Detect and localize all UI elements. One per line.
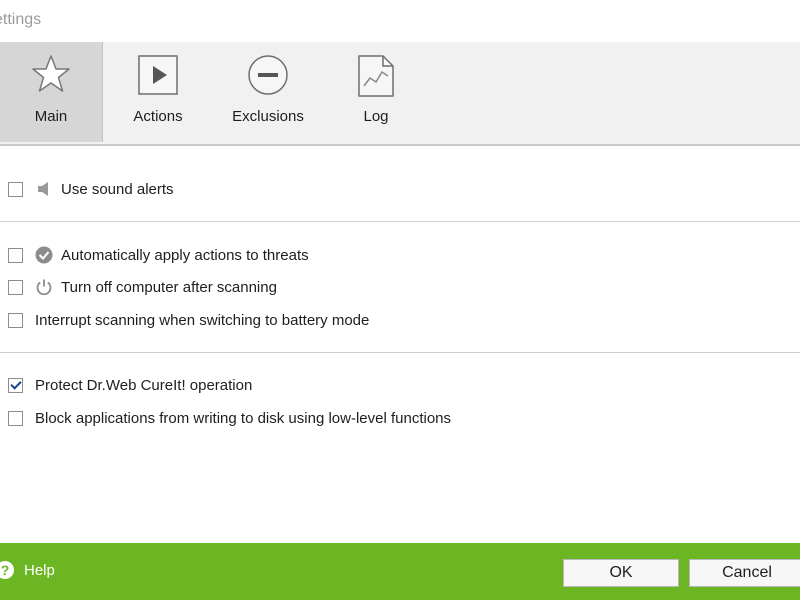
auto-apply-label: Automatically apply actions to threats bbox=[61, 246, 309, 264]
tab-actions[interactable]: Actions bbox=[108, 42, 208, 142]
speaker-icon bbox=[35, 180, 53, 198]
title-bar: ettings bbox=[0, 0, 800, 42]
sound-alerts-checkbox[interactable] bbox=[8, 181, 23, 197]
turn-off-checkbox[interactable] bbox=[8, 279, 23, 295]
turn-off-label: Turn off computer after scanning bbox=[61, 278, 277, 296]
tab-log-label: Log bbox=[363, 108, 389, 125]
footer-bar: ? Help OK Cancel bbox=[0, 543, 800, 600]
tab-actions-label: Actions bbox=[133, 108, 183, 125]
help-link[interactable]: ? Help bbox=[0, 561, 55, 579]
tab-exclusions-label: Exclusions bbox=[232, 108, 304, 125]
interrupt-label: Interrupt scanning when switching to bat… bbox=[35, 311, 370, 329]
protect-checkbox[interactable] bbox=[8, 377, 23, 393]
block-label: Block applications from writing to disk … bbox=[35, 409, 452, 427]
option-protect[interactable]: Protect Dr.Web CureIt! operation bbox=[8, 374, 252, 396]
ok-button[interactable]: OK bbox=[563, 559, 679, 587]
block-checkbox[interactable] bbox=[8, 410, 23, 426]
option-turn-off[interactable]: Turn off computer after scanning bbox=[8, 276, 277, 298]
check-circle-icon bbox=[35, 246, 53, 264]
tab-main-label: Main bbox=[34, 108, 68, 125]
divider bbox=[0, 221, 800, 222]
help-icon: ? bbox=[0, 561, 14, 579]
option-sound-alerts[interactable]: Use sound alerts bbox=[8, 178, 174, 200]
interrupt-checkbox[interactable] bbox=[8, 312, 23, 328]
protect-label: Protect Dr.Web CureIt! operation bbox=[35, 376, 253, 394]
sound-alerts-label: Use sound alerts bbox=[61, 180, 174, 198]
log-document-icon bbox=[356, 54, 396, 103]
tab-log[interactable]: Log bbox=[328, 42, 424, 142]
star-icon bbox=[31, 54, 71, 99]
auto-apply-checkbox[interactable] bbox=[8, 247, 23, 263]
tab-exclusions[interactable]: Exclusions bbox=[218, 42, 318, 142]
minus-circle-icon bbox=[247, 54, 289, 101]
window-title: ettings bbox=[0, 11, 42, 28]
settings-toolbar: Main Actions Exclusions Log bbox=[0, 42, 800, 146]
option-block[interactable]: Block applications from writing to disk … bbox=[8, 407, 451, 429]
option-auto-apply[interactable]: Automatically apply actions to threats bbox=[8, 244, 309, 266]
play-icon bbox=[137, 54, 179, 101]
tab-main[interactable]: Main bbox=[0, 42, 103, 142]
option-interrupt[interactable]: Interrupt scanning when switching to bat… bbox=[8, 309, 369, 331]
power-icon bbox=[35, 278, 53, 296]
cancel-button[interactable]: Cancel bbox=[689, 559, 800, 587]
help-label: Help bbox=[24, 561, 55, 579]
divider bbox=[0, 352, 800, 353]
